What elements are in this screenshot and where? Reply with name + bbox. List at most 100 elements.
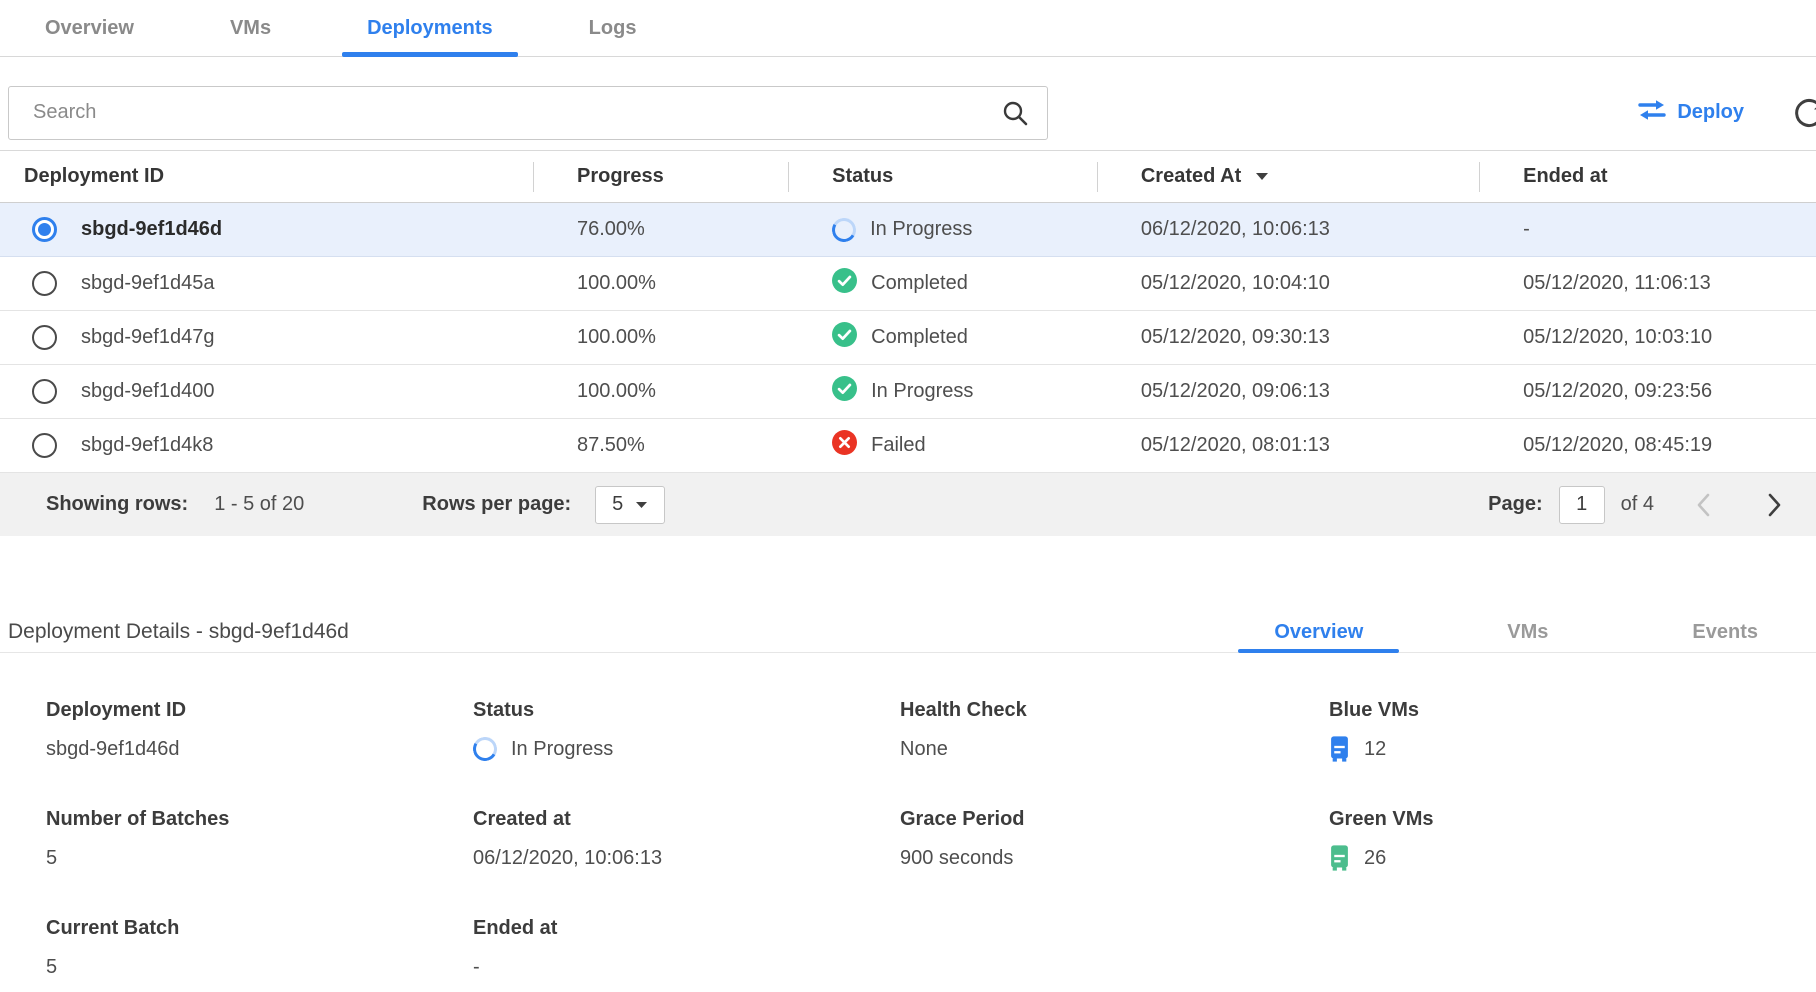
status-label: In Progress [870, 218, 972, 241]
table-row[interactable]: sbgd-9ef1d4k8 87.50% Failed 05/12/2020, … [0, 419, 1816, 473]
page-number-input[interactable] [1559, 486, 1605, 524]
tab-logs-label: Logs [589, 17, 637, 40]
progress-value: 100.00% [533, 380, 788, 403]
deployment-id: sbgd-9ef1d47g [81, 326, 214, 349]
tab-deployments[interactable]: Deployments [342, 0, 518, 56]
showing-rows-label: Showing rows: [46, 493, 188, 516]
created-at-value: 05/12/2020, 08:01:13 [1097, 434, 1479, 457]
toolbar-actions: Deploy [1637, 96, 1816, 130]
ended-at-value: 05/12/2020, 10:03:10 [1479, 326, 1816, 349]
field-grace-period: Grace Period 900 seconds [900, 808, 1329, 873]
tab-overview-label: Overview [45, 17, 134, 40]
details-tab-events[interactable]: Events [1656, 612, 1794, 652]
created-at-value: 05/12/2020, 09:06:13 [1097, 380, 1479, 403]
in-progress-spinner-icon [470, 734, 499, 763]
search-box [8, 86, 1048, 140]
previous-page-icon[interactable] [1696, 493, 1711, 517]
progress-value: 76.00% [533, 218, 788, 241]
column-header-status[interactable]: Status [788, 151, 1097, 202]
tab-vms[interactable]: VMs [205, 0, 296, 56]
progress-value: 100.00% [533, 326, 788, 349]
row-radio[interactable] [32, 271, 57, 296]
row-radio[interactable] [32, 433, 57, 458]
column-header-created-at[interactable]: Created At [1097, 151, 1479, 202]
deployment-id: sbgd-9ef1d400 [81, 380, 214, 403]
column-header-progress[interactable]: Progress [533, 151, 788, 202]
tab-vms-label: VMs [230, 17, 271, 40]
row-radio-selected[interactable] [32, 217, 57, 242]
top-tab-bar: Overview VMs Deployments Logs [0, 0, 1816, 57]
swap-arrows-icon [1637, 99, 1667, 127]
x-circle-icon [832, 430, 857, 461]
check-circle-icon [832, 376, 857, 407]
field-status: Status In Progress [473, 699, 900, 764]
showing-rows-value: 1 - 5 of 20 [214, 493, 304, 516]
progress-value: 87.50% [533, 434, 788, 457]
field-created-at: Created at 06/12/2020, 10:06:13 [473, 808, 900, 873]
row-radio[interactable] [32, 379, 57, 404]
table-row[interactable]: sbgd-9ef1d400 100.00% In Progress 05/12/… [0, 365, 1816, 419]
page-label: Page: [1488, 493, 1542, 516]
check-circle-icon [832, 322, 857, 353]
rows-per-page-select[interactable]: 5 [595, 486, 665, 524]
deployment-id: sbgd-9ef1d46d [81, 218, 222, 241]
field-ended-at: Ended at - [473, 917, 900, 982]
ended-at-value: 05/12/2020, 08:45:19 [1479, 434, 1816, 457]
sort-desc-icon [1255, 172, 1269, 181]
field-green-vms: Green VMs 26 [1329, 808, 1816, 873]
details-header: Deployment Details - sbgd-9ef1d46d Overv… [0, 612, 1816, 653]
details-tab-overview[interactable]: Overview [1238, 612, 1399, 652]
tab-deployments-label: Deployments [367, 17, 493, 40]
status-label: In Progress [871, 380, 973, 403]
deployment-id: sbgd-9ef1d45a [81, 272, 214, 295]
rows-per-page-label: Rows per page: [422, 493, 571, 516]
table-header-row: Deployment ID Progress Status Created At… [0, 151, 1816, 203]
deployments-table: Deployment ID Progress Status Created At… [0, 150, 1816, 473]
deployment-id: sbgd-9ef1d4k8 [81, 434, 213, 457]
table-footer: Showing rows: 1 - 5 of 20 Rows per page:… [0, 473, 1816, 536]
refresh-icon[interactable] [1792, 96, 1816, 130]
details-tab-bar: Overview VMs Events [1238, 612, 1794, 652]
deployments-page: Overview VMs Deployments Logs Deploy [0, 0, 1816, 992]
field-blue-vms: Blue VMs 12 [1329, 699, 1816, 764]
field-number-of-batches: Number of Batches 5 [46, 808, 473, 873]
deployment-details-section: Deployment Details - sbgd-9ef1d46d Overv… [0, 612, 1816, 982]
tab-logs[interactable]: Logs [564, 0, 662, 56]
field-current-batch: Current Batch 5 [46, 917, 473, 982]
server-icon-blue [1329, 736, 1350, 762]
ended-at-value: - [1479, 218, 1816, 241]
toolbar: Deploy [0, 57, 1816, 150]
created-at-value: 05/12/2020, 09:30:13 [1097, 326, 1479, 349]
page-total-label: of 4 [1621, 493, 1654, 516]
deploy-button-label: Deploy [1677, 101, 1744, 124]
check-circle-icon [832, 268, 857, 299]
column-header-deployment-id[interactable]: Deployment ID [0, 151, 533, 202]
created-at-value: 05/12/2020, 10:04:10 [1097, 272, 1479, 295]
ended-at-value: 05/12/2020, 11:06:13 [1479, 272, 1816, 295]
search-icon[interactable] [1002, 100, 1028, 131]
ended-at-value: 05/12/2020, 09:23:56 [1479, 380, 1816, 403]
deploy-button[interactable]: Deploy [1637, 99, 1744, 127]
details-grid: Deployment ID sbgd-9ef1d46d Status In Pr… [0, 699, 1816, 982]
in-progress-spinner-icon [829, 215, 858, 244]
progress-value: 100.00% [533, 272, 788, 295]
details-title: Deployment Details - sbgd-9ef1d46d [0, 620, 349, 652]
details-tab-vms[interactable]: VMs [1471, 612, 1584, 652]
table-row[interactable]: sbgd-9ef1d47g 100.00% Completed 05/12/20… [0, 311, 1816, 365]
tab-overview[interactable]: Overview [20, 0, 159, 56]
table-row[interactable]: sbgd-9ef1d45a 100.00% Completed 05/12/20… [0, 257, 1816, 311]
chevron-down-icon [635, 501, 648, 509]
field-health-check: Health Check None [900, 699, 1329, 764]
server-icon-green [1329, 845, 1350, 871]
footer-left-group: Showing rows: 1 - 5 of 20 Rows per page:… [46, 486, 665, 524]
next-page-icon[interactable] [1767, 493, 1782, 517]
table-row[interactable]: sbgd-9ef1d46d 76.00% In Progress 06/12/2… [0, 203, 1816, 257]
field-deployment-id: Deployment ID sbgd-9ef1d46d [46, 699, 473, 764]
status-label: Completed [871, 272, 968, 295]
status-label: Completed [871, 326, 968, 349]
search-input[interactable] [8, 86, 1048, 140]
status-label: Failed [871, 434, 925, 457]
column-header-ended-at[interactable]: Ended at [1479, 151, 1816, 202]
footer-right-group: Page: of 4 [1488, 486, 1796, 524]
row-radio[interactable] [32, 325, 57, 350]
